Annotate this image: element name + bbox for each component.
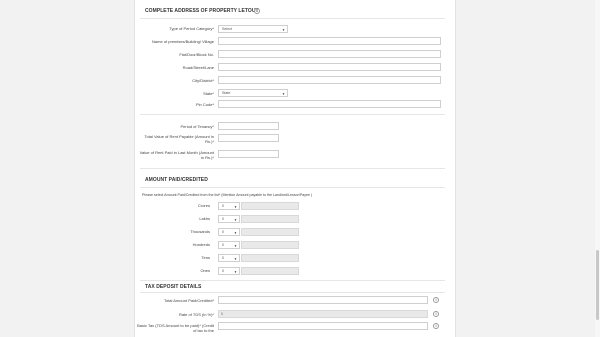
amount-row-label: Hundreds: [192, 242, 210, 247]
tens-select[interactable]: 0 ▼: [218, 254, 240, 262]
thousands-amount-display: [241, 228, 299, 236]
total-rent-label: Total Value of Rent Payable (Amount in R…: [144, 134, 214, 144]
amount-row-label: Tens: [201, 255, 210, 260]
hundreds-select[interactable]: 0 ▼: [218, 241, 240, 249]
hundreds-amount-display: [241, 241, 299, 249]
info-icon[interactable]: i: [433, 323, 439, 329]
chevron-down-icon: ▼: [234, 218, 237, 222]
last-month-rent-label: Value of Rent Paid in Last Month (Amount…: [139, 150, 214, 160]
divider: [140, 292, 445, 293]
page-background-left: [0, 0, 134, 337]
flat-door-input[interactable]: [218, 50, 441, 58]
chevron-down-icon: ▼: [234, 270, 237, 274]
hundreds-value: 0: [222, 243, 224, 247]
amount-row-label: Thousands: [190, 229, 210, 234]
road-street-label: Road/Street/Lane: [182, 65, 214, 70]
state-value: State: [222, 91, 231, 95]
total-amount-label: Total Amount Paid/Credited*: [163, 298, 214, 303]
thousands-select[interactable]: 0 ▼: [218, 228, 240, 236]
type-category-select[interactable]: Select ▼: [218, 25, 288, 33]
flat-door-label: Flat/Door/Block No.: [179, 52, 214, 57]
chevron-down-icon: ▼: [282, 28, 285, 32]
road-street-input[interactable]: [218, 63, 441, 71]
crores-select[interactable]: 0 ▼: [218, 202, 240, 210]
amount-note: Please select Amount Paid/Credited from …: [142, 193, 313, 197]
divider: [140, 187, 445, 188]
total-rent-input[interactable]: [218, 134, 279, 142]
tens-amount-display: [241, 254, 299, 262]
thousands-value: 0: [222, 230, 224, 234]
chevron-down-icon: ▼: [234, 244, 237, 248]
tds-rate-label: Rate of TDS (in %)*: [178, 312, 214, 317]
divider: [140, 18, 445, 19]
divider: [140, 168, 445, 169]
city-district-label: City/District*: [192, 78, 214, 83]
amount-row-label: Crores: [197, 203, 210, 208]
lakhs-select[interactable]: 0 ▼: [218, 215, 240, 223]
premises-name-label: Name of premises/Building/ Village: [152, 39, 214, 44]
tax-section-title: TAX DEPOSIT DETAILS: [145, 284, 202, 290]
tens-value: 0: [222, 256, 224, 260]
lakhs-value: 0: [222, 217, 224, 221]
basic-tax-input[interactable]: [218, 322, 428, 330]
city-district-input[interactable]: [218, 76, 441, 84]
scrollbar-thumb[interactable]: [596, 250, 599, 320]
pin-code-label: Pin Code*: [195, 102, 214, 107]
ones-value: 0: [222, 269, 224, 273]
type-category-label: Type of Period Category*: [169, 26, 214, 31]
ones-select[interactable]: 0 ▼: [218, 267, 240, 275]
tds-rate-input: 5: [218, 310, 428, 318]
amount-row-label: Lakhs: [199, 216, 210, 221]
chevron-down-icon: ▼: [234, 257, 237, 261]
divider: [140, 114, 445, 115]
pin-code-input[interactable]: [218, 100, 441, 108]
last-month-rent-input[interactable]: [218, 150, 279, 158]
info-icon[interactable]: i: [433, 311, 439, 317]
address-section-title: COMPLETE ADDRESS OF PROPERTY LETOUT: [145, 8, 259, 14]
page-background-right: [456, 0, 600, 337]
divider: [140, 280, 445, 281]
premises-name-input[interactable]: [218, 37, 441, 45]
basic-tax-label: Basic Tax (TDS Amount to be paid)* (Cred…: [137, 323, 214, 333]
tenancy-period-input[interactable]: [218, 122, 279, 130]
crores-amount-display: [241, 202, 299, 210]
chevron-down-icon: ▼: [234, 231, 237, 235]
chevron-down-icon: ▼: [234, 205, 237, 209]
tenancy-period-label: Period of Tenancy*: [180, 124, 214, 129]
tds-rate-value: 5: [221, 312, 223, 316]
state-select[interactable]: State ▼: [218, 89, 288, 97]
total-amount-input[interactable]: [218, 296, 428, 304]
info-icon[interactable]: i: [254, 8, 260, 14]
ones-amount-display: [241, 267, 299, 275]
chevron-down-icon: ▼: [282, 92, 285, 96]
amount-section-title: AMOUNT PAID/CREDITED: [145, 177, 208, 183]
crores-value: 0: [222, 204, 224, 208]
info-icon[interactable]: i: [433, 297, 439, 303]
amount-row-label: Ones: [200, 268, 210, 273]
lakhs-amount-display: [241, 215, 299, 223]
state-label: State*: [203, 91, 214, 96]
type-category-value: Select: [222, 27, 232, 31]
